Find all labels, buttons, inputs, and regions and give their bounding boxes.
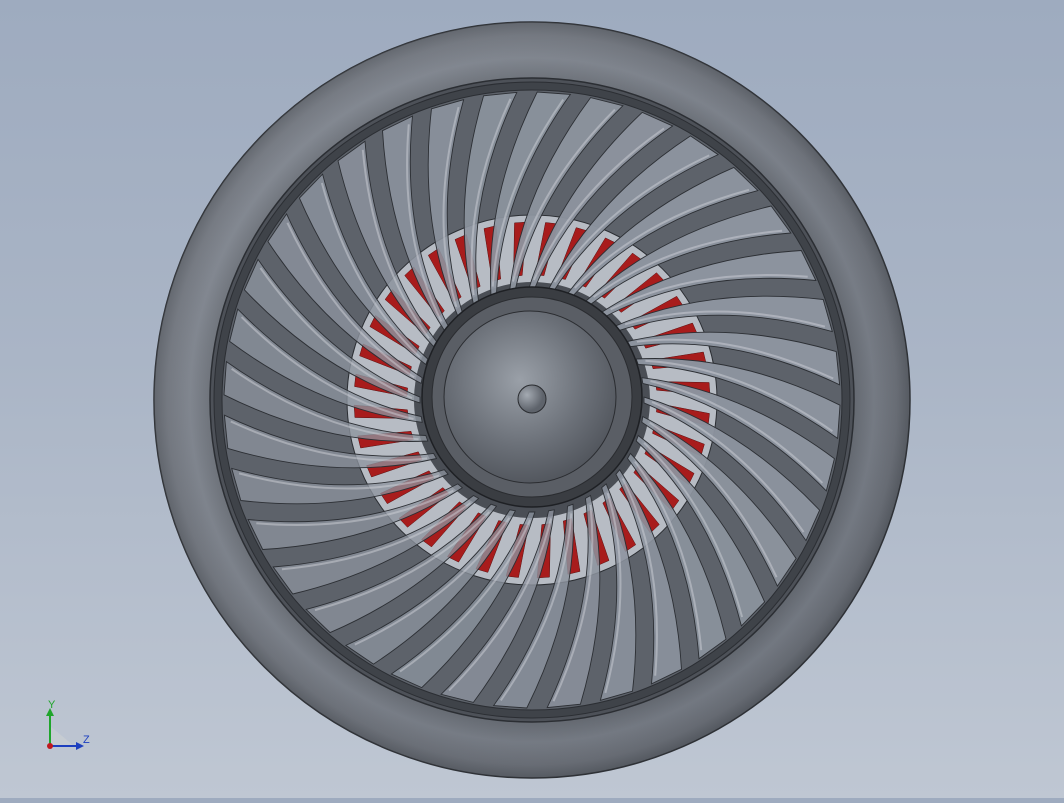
z-axis-label: Z [83, 734, 90, 746]
fan-model[interactable] [0, 0, 1064, 798]
coordinate-triad: Y Z [40, 700, 100, 756]
3d-model-viewport[interactable] [0, 0, 1064, 798]
spinner-tip [517, 384, 547, 414]
triad-origin [47, 743, 53, 749]
y-axis-label: Y [48, 699, 56, 711]
